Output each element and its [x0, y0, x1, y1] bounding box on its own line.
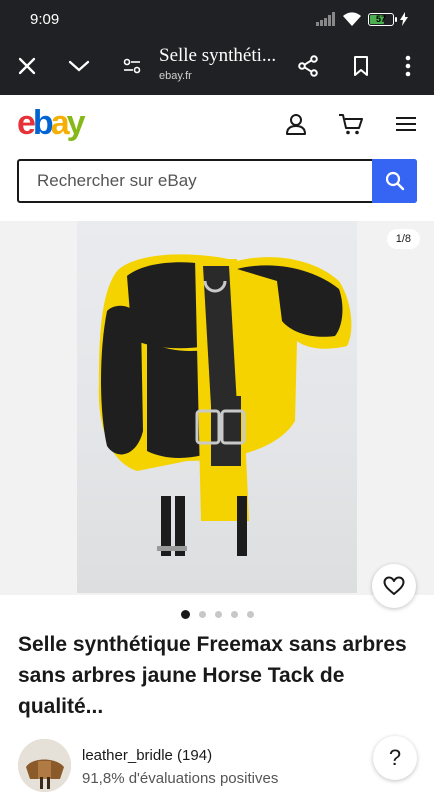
more-vert-icon: [405, 55, 411, 77]
close-tab-button[interactable]: [7, 46, 47, 86]
gallery-dot[interactable]: [246, 610, 254, 618]
cart-button[interactable]: [334, 107, 368, 141]
site-header: ebay: [0, 95, 434, 153]
seller-avatar[interactable]: [18, 739, 71, 792]
wifi-icon: [343, 12, 361, 26]
battery-icon: 57: [368, 12, 397, 26]
chevron-down-icon: [68, 60, 90, 72]
logo-letter: a: [50, 104, 70, 142]
cart-icon: [339, 114, 363, 135]
seller-feedback: 91,8% d'évaluations positives: [82, 770, 279, 787]
gallery-dot[interactable]: [230, 610, 238, 618]
battery-level: 57: [375, 14, 386, 24]
more-options-button[interactable]: [388, 46, 428, 86]
browser-toolbar: Selle synthéti... ebay.fr: [0, 38, 434, 95]
logo-letter: y: [66, 104, 86, 142]
question-mark-icon: ?: [388, 745, 402, 770]
search-bar: [17, 159, 417, 203]
menu-button[interactable]: [389, 107, 423, 141]
image-counter: 1/8: [386, 229, 420, 249]
search-icon: [385, 171, 404, 191]
bookmark-icon: [354, 56, 368, 76]
status-time: 9:09: [30, 11, 60, 28]
saddle-illustration: [98, 254, 352, 556]
gallery-dot[interactable]: [214, 610, 222, 618]
watchlist-button[interactable]: [372, 564, 416, 608]
page-title: Selle synthéti...: [159, 45, 277, 66]
charging-icon: [400, 12, 408, 26]
product-image[interactable]: [77, 221, 357, 593]
page-domain: ebay.fr: [159, 70, 192, 82]
seller-name[interactable]: leather_bridle (194): [82, 747, 212, 764]
search-input[interactable]: [37, 169, 367, 193]
logo-letter: b: [32, 104, 54, 142]
browser-chrome: 9:09 57 Selle synthéti... ebay.fr: [0, 0, 434, 95]
menu-icon: [396, 117, 416, 131]
listing-title: Selle synthétique Freemax sans arbres sa…: [18, 633, 407, 718]
bookmark-button[interactable]: [341, 46, 381, 86]
gallery-dot[interactable]: [180, 609, 190, 619]
avatar-image: [18, 739, 71, 792]
signal-icon: [316, 12, 335, 26]
status-icons: 57: [316, 11, 408, 27]
logo-letter: e: [17, 104, 36, 142]
heart-icon: [383, 576, 405, 595]
search-button[interactable]: [372, 159, 417, 203]
share-button[interactable]: [288, 46, 328, 86]
seller-info: leather_bridle (194) 91,8% d'évaluations…: [18, 739, 418, 793]
minimize-button[interactable]: [59, 46, 99, 86]
share-icon: [298, 55, 318, 77]
ebay-logo[interactable]: ebay: [17, 103, 86, 143]
site-settings-button[interactable]: [112, 46, 152, 86]
account-button[interactable]: [279, 107, 313, 141]
image-gallery[interactable]: 1/8: [0, 221, 434, 595]
gallery-dot[interactable]: [198, 610, 206, 618]
gallery-pagination: [0, 607, 434, 621]
account-icon: [286, 114, 306, 135]
close-icon: [18, 57, 36, 75]
status-bar: 9:09 57: [0, 0, 434, 38]
help-button[interactable]: ?: [373, 736, 417, 780]
site-settings-icon: [123, 58, 141, 74]
